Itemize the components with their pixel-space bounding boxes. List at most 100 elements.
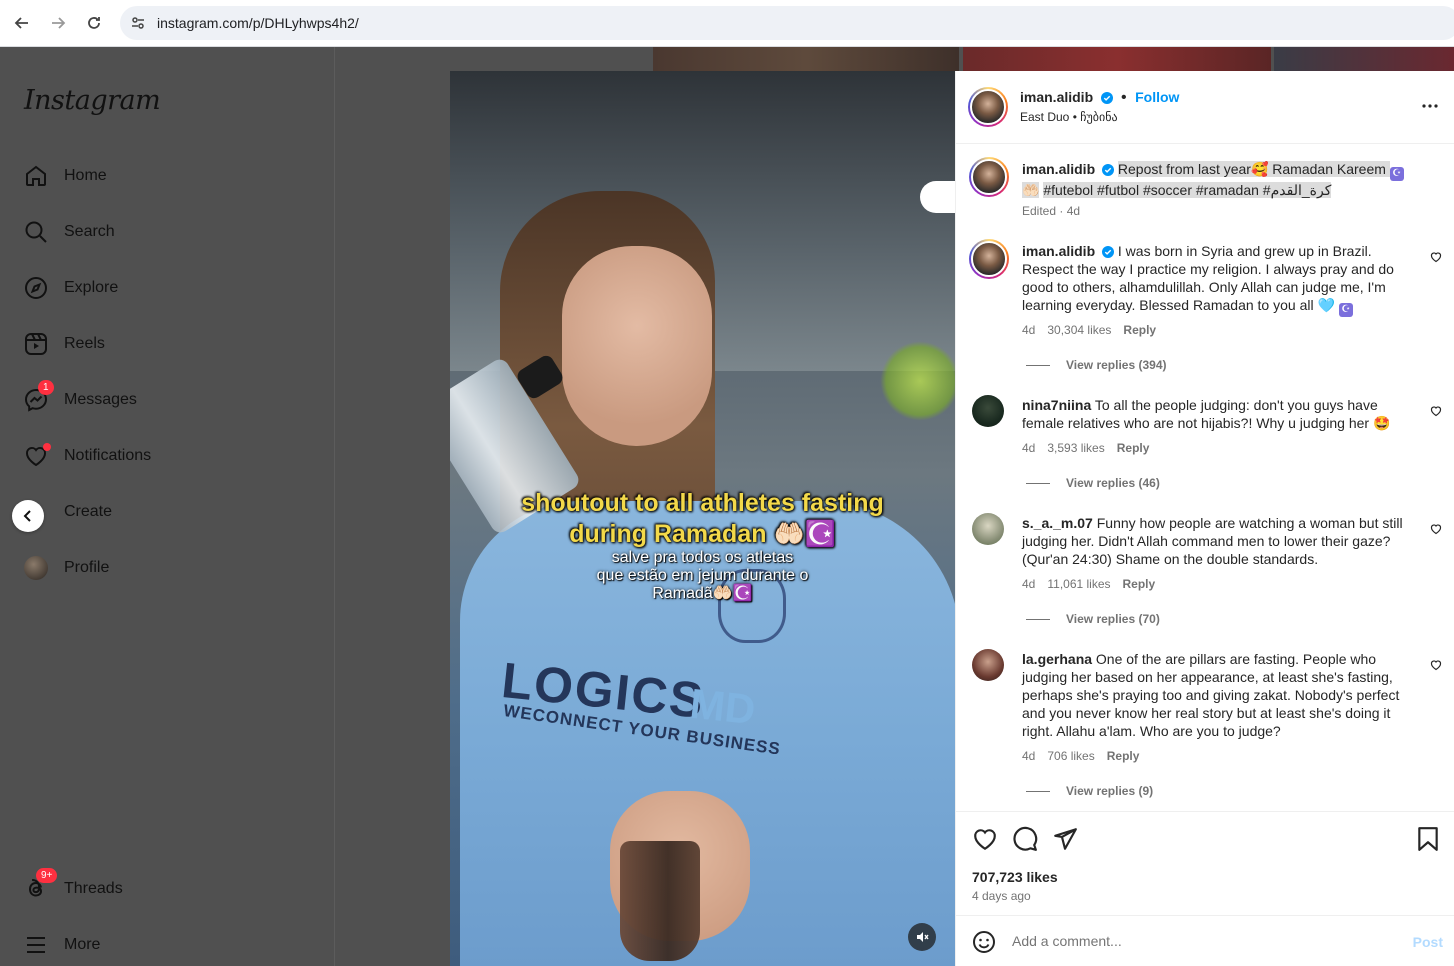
post-caption: iman.alidib Repost from last year🥰 Ramad…	[1022, 160, 1410, 199]
video-caption-line: during Ramadan 🤲🏻☪️	[569, 520, 836, 548]
caption-username[interactable]: iman.alidib	[1022, 161, 1095, 177]
avatar	[24, 556, 48, 580]
video-subtitle-line: que estão em jejum durante o	[596, 567, 809, 584]
sidebar: Instagram Home Search Explore Reels 1 Me…	[0, 47, 335, 966]
view-replies-button[interactable]: View replies (70)	[1026, 612, 1160, 626]
compass-icon	[24, 276, 48, 300]
mute-button[interactable]	[908, 923, 936, 951]
add-comment-bar: Post	[956, 915, 1454, 966]
save-bookmark-icon[interactable]	[1415, 826, 1441, 852]
site-settings-icon[interactable]	[130, 15, 146, 31]
heart-icon	[24, 443, 51, 468]
post-likes-count[interactable]: 707,723 likes	[972, 869, 1058, 885]
comment-meta: 4d 706 likes Reply	[1022, 749, 1151, 763]
background-thumbnail	[963, 47, 1271, 71]
reply-button[interactable]: Reply	[1123, 577, 1156, 591]
comment-input[interactable]	[1012, 933, 1392, 949]
comment-avatar[interactable]	[972, 513, 1004, 545]
messages-badge: 1	[38, 380, 54, 395]
view-replies-label: View replies (9)	[1066, 784, 1154, 798]
comment-avatar[interactable]	[969, 239, 1009, 279]
author-username[interactable]: iman.alidib	[1020, 89, 1093, 105]
home-icon	[24, 164, 48, 188]
reply-button[interactable]: Reply	[1117, 441, 1150, 455]
muted-speaker-icon	[917, 932, 929, 942]
post-actions: 707,723 likes 4 days ago	[956, 811, 1454, 915]
sidebar-item-search[interactable]: Search	[24, 217, 115, 247]
sidebar-item-label: Messages	[64, 391, 137, 408]
comment-username[interactable]: iman.alidib	[1022, 243, 1095, 259]
emoji-smile-icon[interactable]	[972, 930, 996, 954]
reels-icon	[24, 332, 48, 356]
follow-button[interactable]: Follow	[1135, 89, 1179, 105]
previous-post-button[interactable]	[12, 500, 44, 532]
verified-badge-icon	[1100, 92, 1113, 104]
comment-age: 4d	[1022, 577, 1036, 591]
more-options-button[interactable]	[1421, 97, 1439, 120]
comment-likes[interactable]: 30,304 likes	[1047, 323, 1111, 337]
comment-age: 4d	[1022, 441, 1036, 455]
like-comment-heart-icon[interactable]	[1430, 405, 1442, 417]
comment-avatar[interactable]	[972, 649, 1004, 681]
sidebar-item-home[interactable]: Home	[24, 161, 107, 191]
post-timestamp[interactable]: 4 days ago	[972, 889, 1031, 903]
like-heart-icon[interactable]	[972, 826, 998, 852]
threads-icon: 9+	[24, 868, 58, 901]
comment: iman.alidib I was born in Syria and grew…	[1022, 242, 1410, 317]
view-replies-label: View replies (46)	[1066, 476, 1160, 490]
comment-meta: 4d 30,304 likes Reply	[1022, 323, 1168, 337]
comment-avatar[interactable]	[972, 395, 1004, 427]
reply-button[interactable]: Reply	[1107, 749, 1140, 763]
sidebar-item-more[interactable]: More	[24, 930, 100, 960]
background-thumbnail	[653, 47, 959, 71]
video-subtitle-line: salve pra todos os atletas	[611, 549, 794, 566]
view-replies-button[interactable]: View replies (394)	[1026, 358, 1167, 372]
video-subtitle-line: Ramadã🤲🏻☪️	[652, 585, 753, 602]
chevron-left-icon	[23, 510, 31, 522]
view-replies-label: View replies (394)	[1066, 358, 1167, 372]
caption-hashtags[interactable]: #futebol #futbol #soccer #ramadan #كرة_ا…	[1043, 182, 1332, 198]
back-arrow-icon[interactable]	[11, 12, 33, 34]
like-comment-heart-icon[interactable]	[1430, 251, 1442, 263]
post-comment-button[interactable]: Post	[1413, 934, 1443, 950]
comment-bubble-icon[interactable]	[1012, 826, 1038, 852]
like-comment-heart-icon[interactable]	[1430, 523, 1442, 535]
like-comment-heart-icon[interactable]	[1430, 659, 1442, 671]
sidebar-item-messages[interactable]: 1 Messages	[24, 380, 137, 415]
comment-username[interactable]: la.gerhana	[1022, 651, 1092, 667]
comment-likes[interactable]: 11,061 likes	[1047, 577, 1110, 591]
sidebar-item-explore[interactable]: Explore	[24, 273, 118, 303]
view-replies-button[interactable]: View replies (9)	[1026, 784, 1153, 798]
sidebar-item-label: Notifications	[64, 447, 152, 464]
post-video[interactable]: LOGICS MD WECONNECT YOUR BUSINESS shouto…	[450, 71, 955, 966]
reload-icon[interactable]	[83, 12, 105, 34]
video-caption-line: shoutout to all athletes fasting	[521, 489, 884, 517]
author-avatar[interactable]	[968, 87, 1008, 127]
browser-toolbar: instagram.com/p/DHLyhwps4h2/	[0, 0, 1454, 47]
sidebar-item-threads[interactable]: 9+ Threads	[24, 868, 123, 904]
share-paper-plane-icon[interactable]	[1052, 826, 1078, 852]
view-replies-button[interactable]: View replies (46)	[1026, 476, 1160, 490]
url-text: instagram.com/p/DHLyhwps4h2/	[157, 15, 359, 31]
comment-likes[interactable]: 3,593 likes	[1047, 441, 1104, 455]
post-header: iman.alidib • Follow East Duo • ჩუბინა	[956, 71, 1454, 144]
address-bar[interactable]: instagram.com/p/DHLyhwps4h2/	[120, 6, 1454, 40]
instagram-logo[interactable]: Instagram	[24, 85, 161, 116]
sidebar-item-reels[interactable]: Reels	[24, 329, 105, 359]
sidebar-item-notifications[interactable]: Notifications	[24, 441, 151, 471]
threads-badge: 9+	[36, 868, 58, 883]
comment-likes[interactable]: 706 likes	[1047, 749, 1094, 763]
sidebar-item-label: Create	[64, 503, 113, 520]
crescent-moon-icon: ☪	[1338, 303, 1353, 317]
comment: la.gerhana One of the are pillars are fa…	[1022, 650, 1410, 740]
forward-arrow-icon[interactable]	[47, 12, 69, 34]
sidebar-item-profile[interactable]: Profile	[24, 553, 109, 583]
reply-button[interactable]: Reply	[1123, 323, 1156, 337]
more-horizontal-icon	[1422, 104, 1438, 108]
post-location[interactable]: East Duo • ჩუბინა	[1020, 110, 1118, 124]
comment-username[interactable]: nina7niina	[1022, 397, 1091, 413]
comment-username[interactable]: s._a._m.07	[1022, 515, 1093, 531]
caption-text: Repost from last year🥰 Ramadan Kareem	[1117, 161, 1390, 177]
caption-avatar[interactable]	[969, 157, 1009, 197]
verified-badge-icon	[1102, 164, 1115, 176]
